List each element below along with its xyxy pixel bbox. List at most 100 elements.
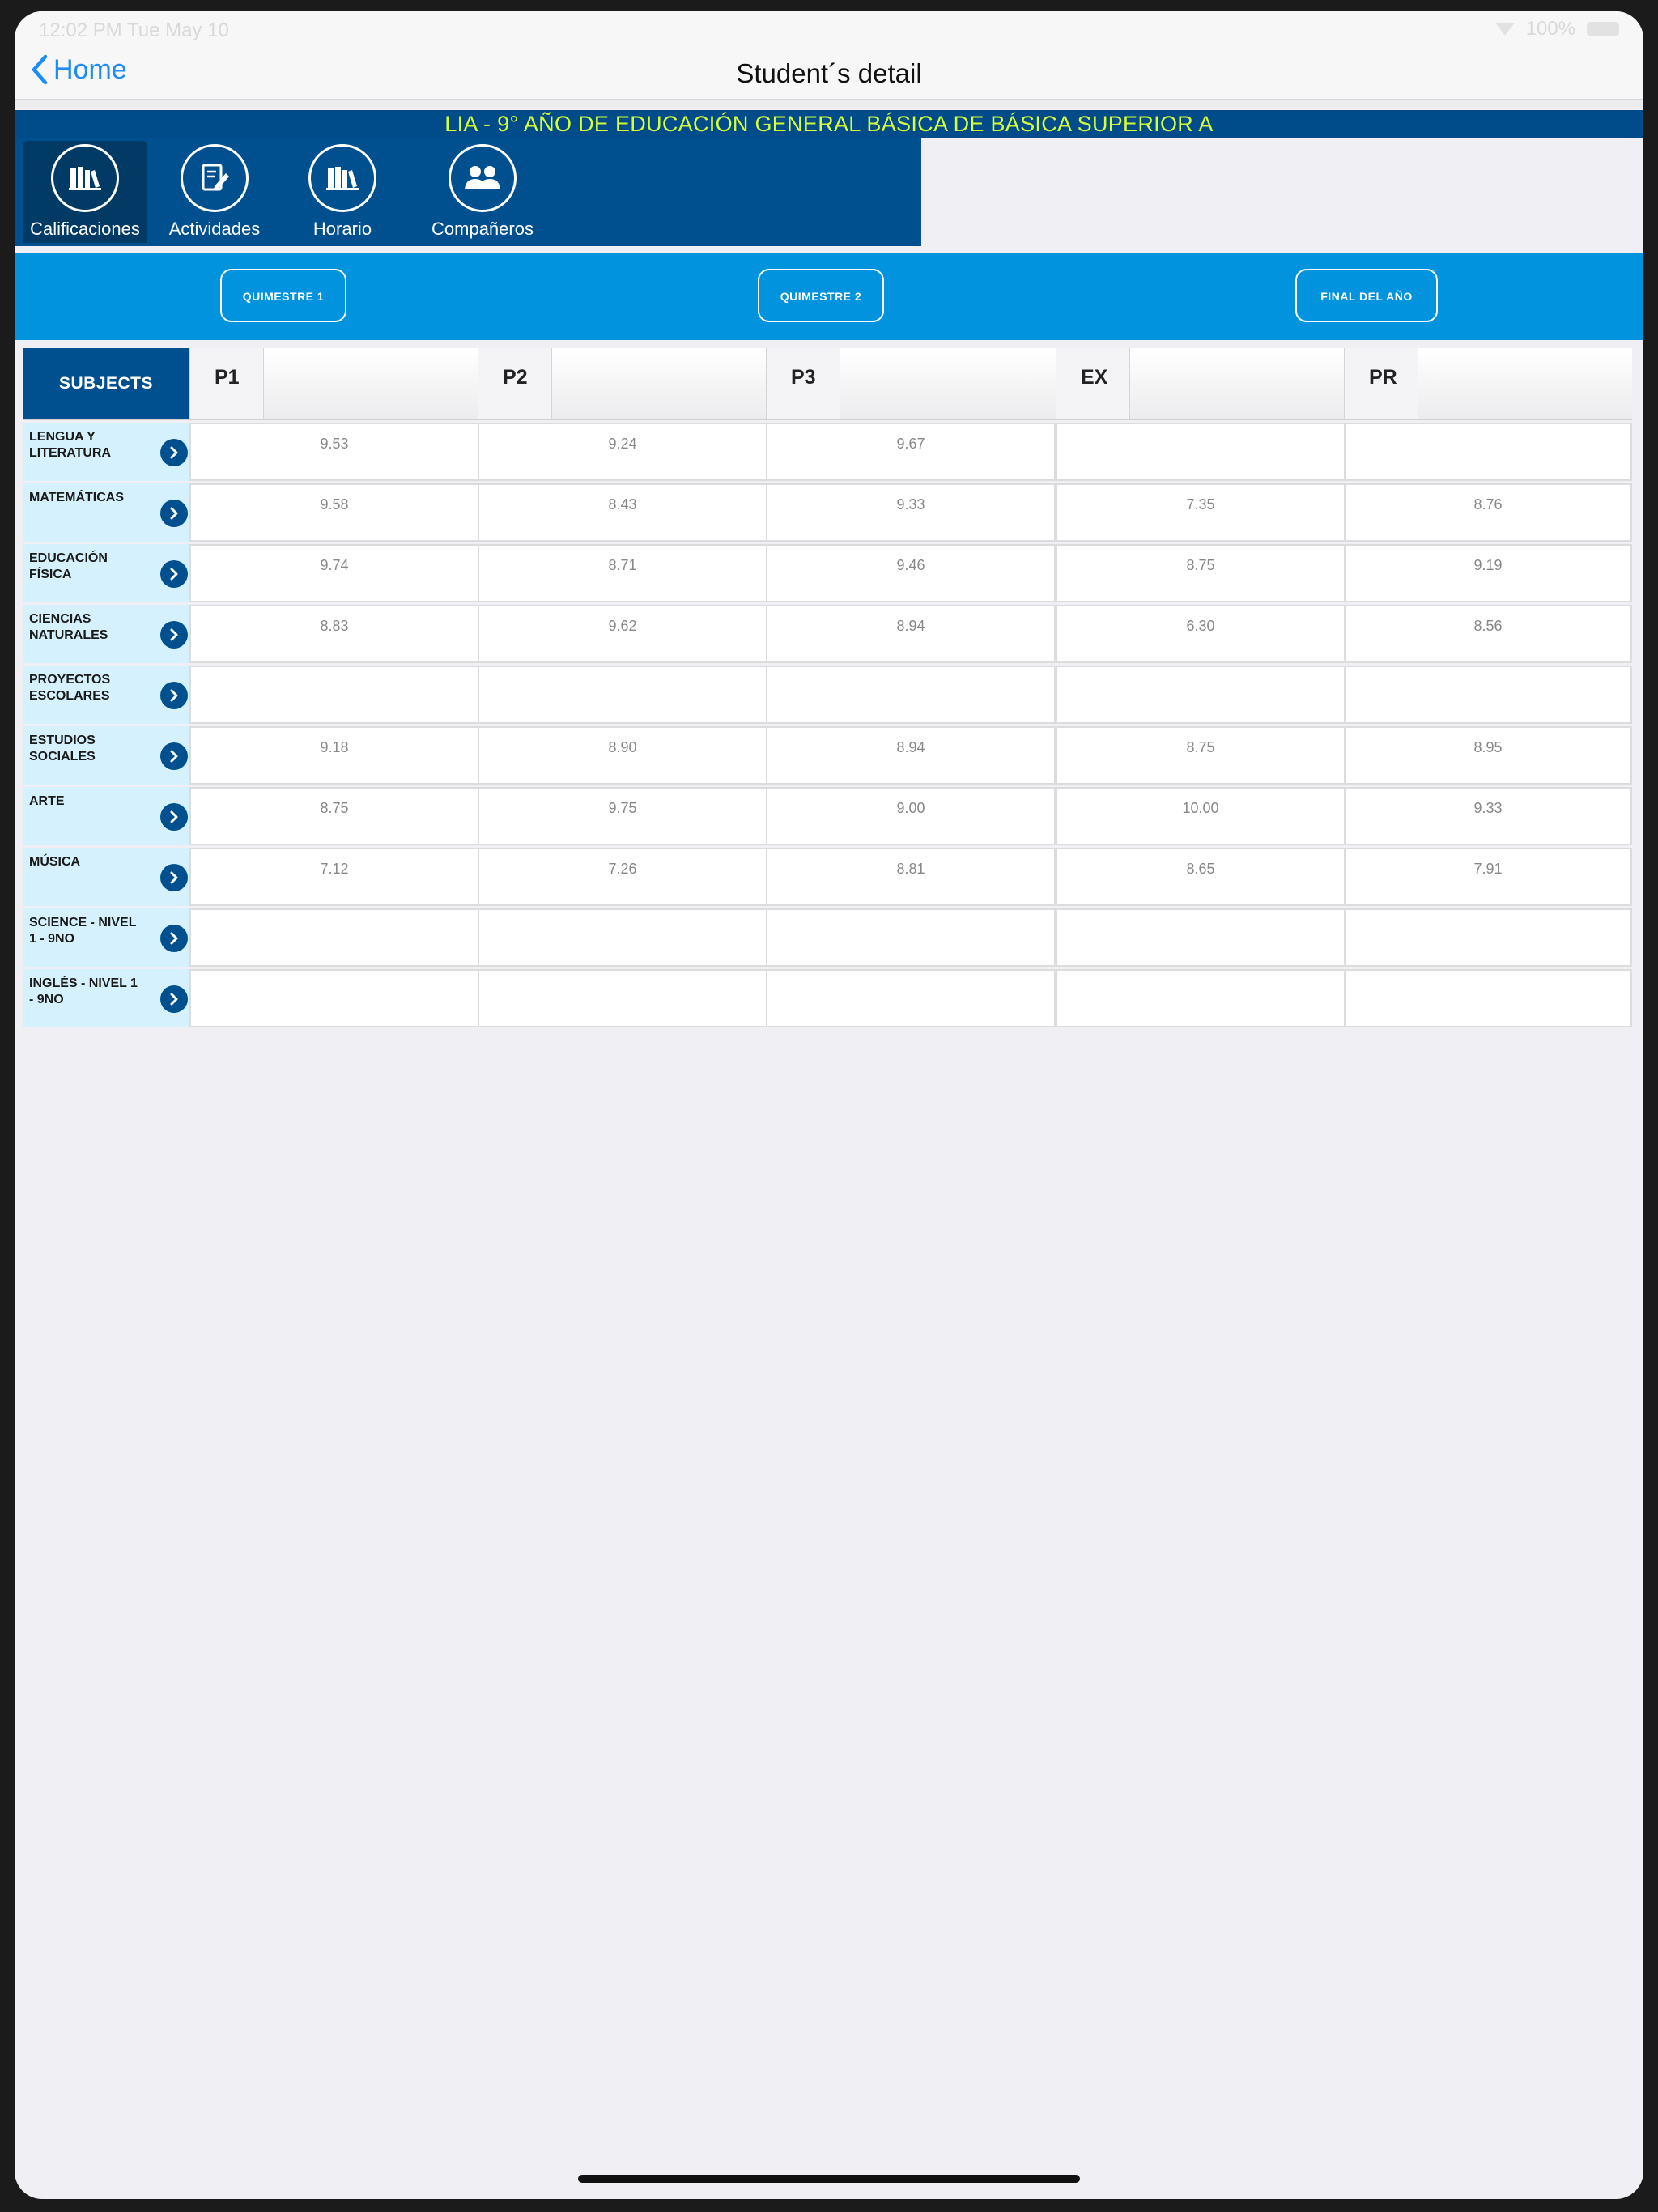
tab-companeros[interactable]: Compañeros	[408, 141, 557, 243]
grade-cell-ex: 8.75	[1056, 726, 1346, 785]
grade-cell-p1: 8.75	[189, 787, 479, 845]
subject-cell: MÚSICA	[23, 848, 189, 906]
grade-cell-ex: 8.75	[1056, 544, 1346, 602]
grade-cell-p2: 8.43	[478, 483, 767, 542]
subject-name: MÚSICA	[29, 855, 81, 869]
classmates-icon	[449, 144, 517, 212]
nav-divider	[15, 99, 1643, 108]
table-row: LENGUA Y LITERATURA 9.53 9.24 9.67	[23, 423, 1632, 481]
table-row: CIENCIAS NATURALES 8.83 9.62 8.94 6.30 8.56	[23, 605, 1632, 663]
wifi-icon	[1494, 23, 1515, 36]
subject-cell: PROYECTOS ESCOLARES	[23, 666, 189, 724]
grade-cell-p1: 9.53	[189, 423, 479, 481]
grade-cell-pr: 7.91	[1344, 848, 1632, 906]
chevron-right-icon[interactable]	[160, 985, 188, 1013]
grade-cell-pr: 9.33	[1344, 787, 1632, 845]
edit-icon	[181, 144, 249, 212]
grade-cell-ex	[1056, 423, 1346, 481]
grade-cell-pr: 8.95	[1344, 726, 1632, 785]
grade-cell-ex	[1056, 666, 1346, 724]
column-header-p2: P2	[478, 348, 552, 419]
subject-cell: ESTUDIOS SOCIALES	[23, 726, 189, 785]
grade-cell-p2: 8.90	[478, 726, 767, 785]
quimestre-2-button[interactable]: QUIMESTRE 2	[758, 269, 884, 322]
subject-name: LENGUA Y LITERATURA	[29, 430, 112, 460]
grade-cell-pr	[1344, 666, 1632, 724]
column-header-ex: EX	[1056, 348, 1130, 419]
grade-cell-pr: 8.56	[1344, 605, 1632, 663]
subject-name: INGLÉS - NIVEL 1 - 9no	[29, 976, 138, 1006]
grade-cell-p1: 7.12	[189, 848, 479, 906]
page-title: Student´s detail	[736, 58, 922, 88]
grade-cell-p2	[478, 969, 767, 1027]
table-row: ARTE 8.75 9.75 9.00 10.00 9.33	[23, 787, 1632, 845]
tab-horario[interactable]: Horario	[280, 141, 405, 243]
grade-cell-p2: 8.71	[478, 544, 767, 602]
tab-label: Actividades	[168, 219, 261, 239]
table-row: MATEMÁTICAS 9.58 8.43 9.33 7.35 8.76	[23, 483, 1632, 542]
subject-name: ESTUDIOS SOCIALES	[29, 734, 96, 764]
class-banner: LIA - 9° AÑO DE EDUCACIÓN GENERAL BÁSICA…	[15, 110, 1643, 138]
chevron-right-icon[interactable]	[160, 560, 188, 588]
home-indicator	[578, 2175, 1080, 2183]
subject-name: EDUCACIÓN FÍSICA	[29, 551, 108, 581]
grade-cell-ex: 6.30	[1056, 605, 1346, 663]
grade-cell-p3: 9.33	[766, 483, 1056, 542]
tab-label: Horario	[312, 219, 372, 239]
tab-label: Calificaciones	[30, 219, 140, 239]
battery-percent: 100%	[1525, 18, 1575, 40]
grade-cell-p1	[189, 908, 479, 967]
grade-cell-p3: 8.81	[766, 848, 1056, 906]
battery-icon	[1587, 22, 1619, 36]
status-indicators: 100%	[1494, 18, 1619, 40]
column-header-pr: PR	[1344, 348, 1418, 419]
table-row: MÚSICA 7.12 7.26 8.81 8.65 7.91	[23, 848, 1632, 906]
books-icon	[51, 144, 119, 212]
section-toolbar: Calificaciones Actividades Horario Compa…	[15, 138, 921, 246]
chevron-right-icon[interactable]	[160, 925, 188, 952]
subject-name: MATEMÁTICAS	[29, 491, 125, 504]
grade-cell-p1: 9.18	[189, 726, 479, 785]
grade-cell-ex: 10.00	[1056, 787, 1346, 845]
grade-cell-ex: 7.35	[1056, 483, 1346, 542]
grade-cell-pr	[1344, 908, 1632, 967]
chevron-right-icon[interactable]	[160, 864, 188, 891]
grade-cell-p2: 9.75	[478, 787, 767, 845]
subject-cell: LENGUA Y LITERATURA	[23, 423, 189, 481]
grade-cell-p3	[766, 666, 1056, 724]
grade-cell-p2: 9.62	[478, 605, 767, 663]
grade-cell-p1: 8.83	[189, 605, 479, 663]
subject-cell: ARTE	[23, 787, 189, 845]
grade-cell-p3	[766, 969, 1056, 1027]
grade-cell-pr	[1344, 969, 1632, 1027]
final-year-button[interactable]: FINAL DEL AÑO	[1295, 269, 1438, 322]
grade-cell-pr: 9.19	[1344, 544, 1632, 602]
chevron-right-icon[interactable]	[160, 682, 188, 709]
grade-cell-p3	[766, 908, 1056, 967]
grade-cell-p3: 9.00	[766, 787, 1056, 845]
app-window: 12:02 PM Tue May 10 100% Home Student´s …	[15, 11, 1643, 2199]
tab-label: Compañeros	[432, 219, 534, 239]
chevron-right-icon[interactable]	[160, 742, 188, 770]
chevron-right-icon[interactable]	[160, 621, 188, 649]
chevron-right-icon[interactable]	[160, 803, 188, 831]
status-bar: 12:02 PM Tue May 10 100%	[15, 11, 1643, 47]
grade-cell-p1: 9.58	[189, 483, 479, 542]
chevron-right-icon[interactable]	[160, 500, 188, 527]
subject-name: SCIENCE - NIVEL 1 - 9no	[29, 916, 137, 946]
chevron-right-icon[interactable]	[160, 439, 188, 466]
subjects-column-header: SUBJECTS	[23, 348, 189, 419]
tab-calificaciones[interactable]: Calificaciones	[23, 141, 147, 243]
table-row: EDUCACIÓN FÍSICA 9.74 8.71 9.46 8.75 9.19	[23, 544, 1632, 602]
grade-cell-p3: 8.94	[766, 726, 1056, 785]
grade-cell-p2: 9.24	[478, 423, 767, 481]
grades-header-row: SUBJECTS P1 P2 P3 EX PR	[23, 348, 1632, 420]
grade-cell-p1	[189, 969, 479, 1027]
grade-cell-p3: 9.46	[766, 544, 1056, 602]
grade-cell-p1	[189, 666, 479, 724]
quimestre-1-button[interactable]: QUIMESTRE 1	[220, 269, 346, 322]
table-row: ESTUDIOS SOCIALES 9.18 8.90 8.94 8.75 8.95	[23, 726, 1632, 785]
table-row: SCIENCE - NIVEL 1 - 9no	[23, 908, 1632, 967]
grade-cell-ex	[1056, 908, 1346, 967]
tab-actividades[interactable]: Actividades	[152, 141, 277, 243]
